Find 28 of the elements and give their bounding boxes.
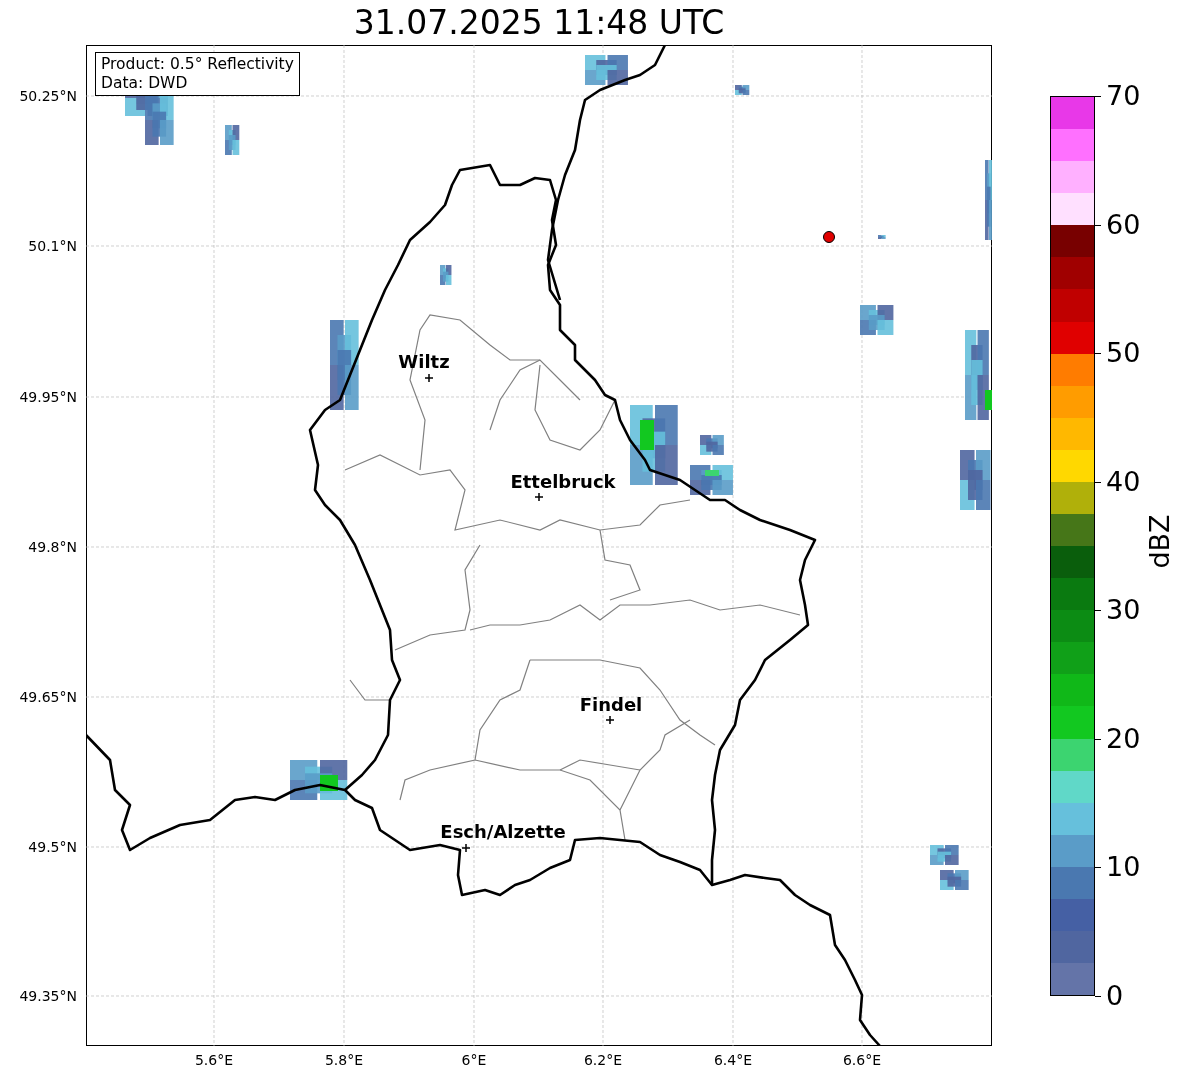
scale-axis-label: dBZ (1143, 514, 1175, 569)
latitude-label: 49.65°N (19, 689, 77, 705)
longitude-label: 6.2°E (583, 1052, 623, 1068)
scale-tick-label: 10 (1106, 852, 1141, 883)
latitude-label: 49.35°N (19, 988, 77, 1004)
longitude-label: 6°E (461, 1052, 487, 1068)
city-label: Esch/Alzette (440, 821, 566, 842)
city-label: Findel (579, 694, 643, 715)
scale-tick-label: 50 (1106, 338, 1141, 369)
scale-tick-label: 40 (1106, 466, 1141, 497)
latitude-label: 50.25°N (19, 88, 77, 104)
latitude-label: 50.1°N (28, 238, 77, 254)
city-label: Ettelbruck (510, 471, 616, 492)
scale-tick-label: 30 (1106, 595, 1141, 626)
longitude-label: 5.6°E (194, 1052, 234, 1068)
scale-tick-label: 70 (1106, 81, 1141, 111)
scale-tick-label: 60 (1106, 209, 1141, 240)
longitude-label: 6.4°E (713, 1052, 753, 1068)
latitude-label: 49.95°N (19, 389, 77, 405)
scale-tick-label: 20 (1106, 723, 1141, 754)
info-box: Product: 0.5° Reflectivity Data: DWD (95, 52, 300, 96)
latitude-label: 49.5°N (28, 839, 77, 855)
longitude-label: 6.6°E (842, 1052, 882, 1068)
scale-tick-label: 0 (1106, 981, 1124, 1011)
city-label: Wiltz (398, 351, 450, 372)
latitude-label: 49.8°N (28, 539, 77, 555)
chart-title: 31.07.2025 11:48 UTC (353, 3, 725, 43)
longitude-label: 5.8°E (324, 1052, 364, 1068)
